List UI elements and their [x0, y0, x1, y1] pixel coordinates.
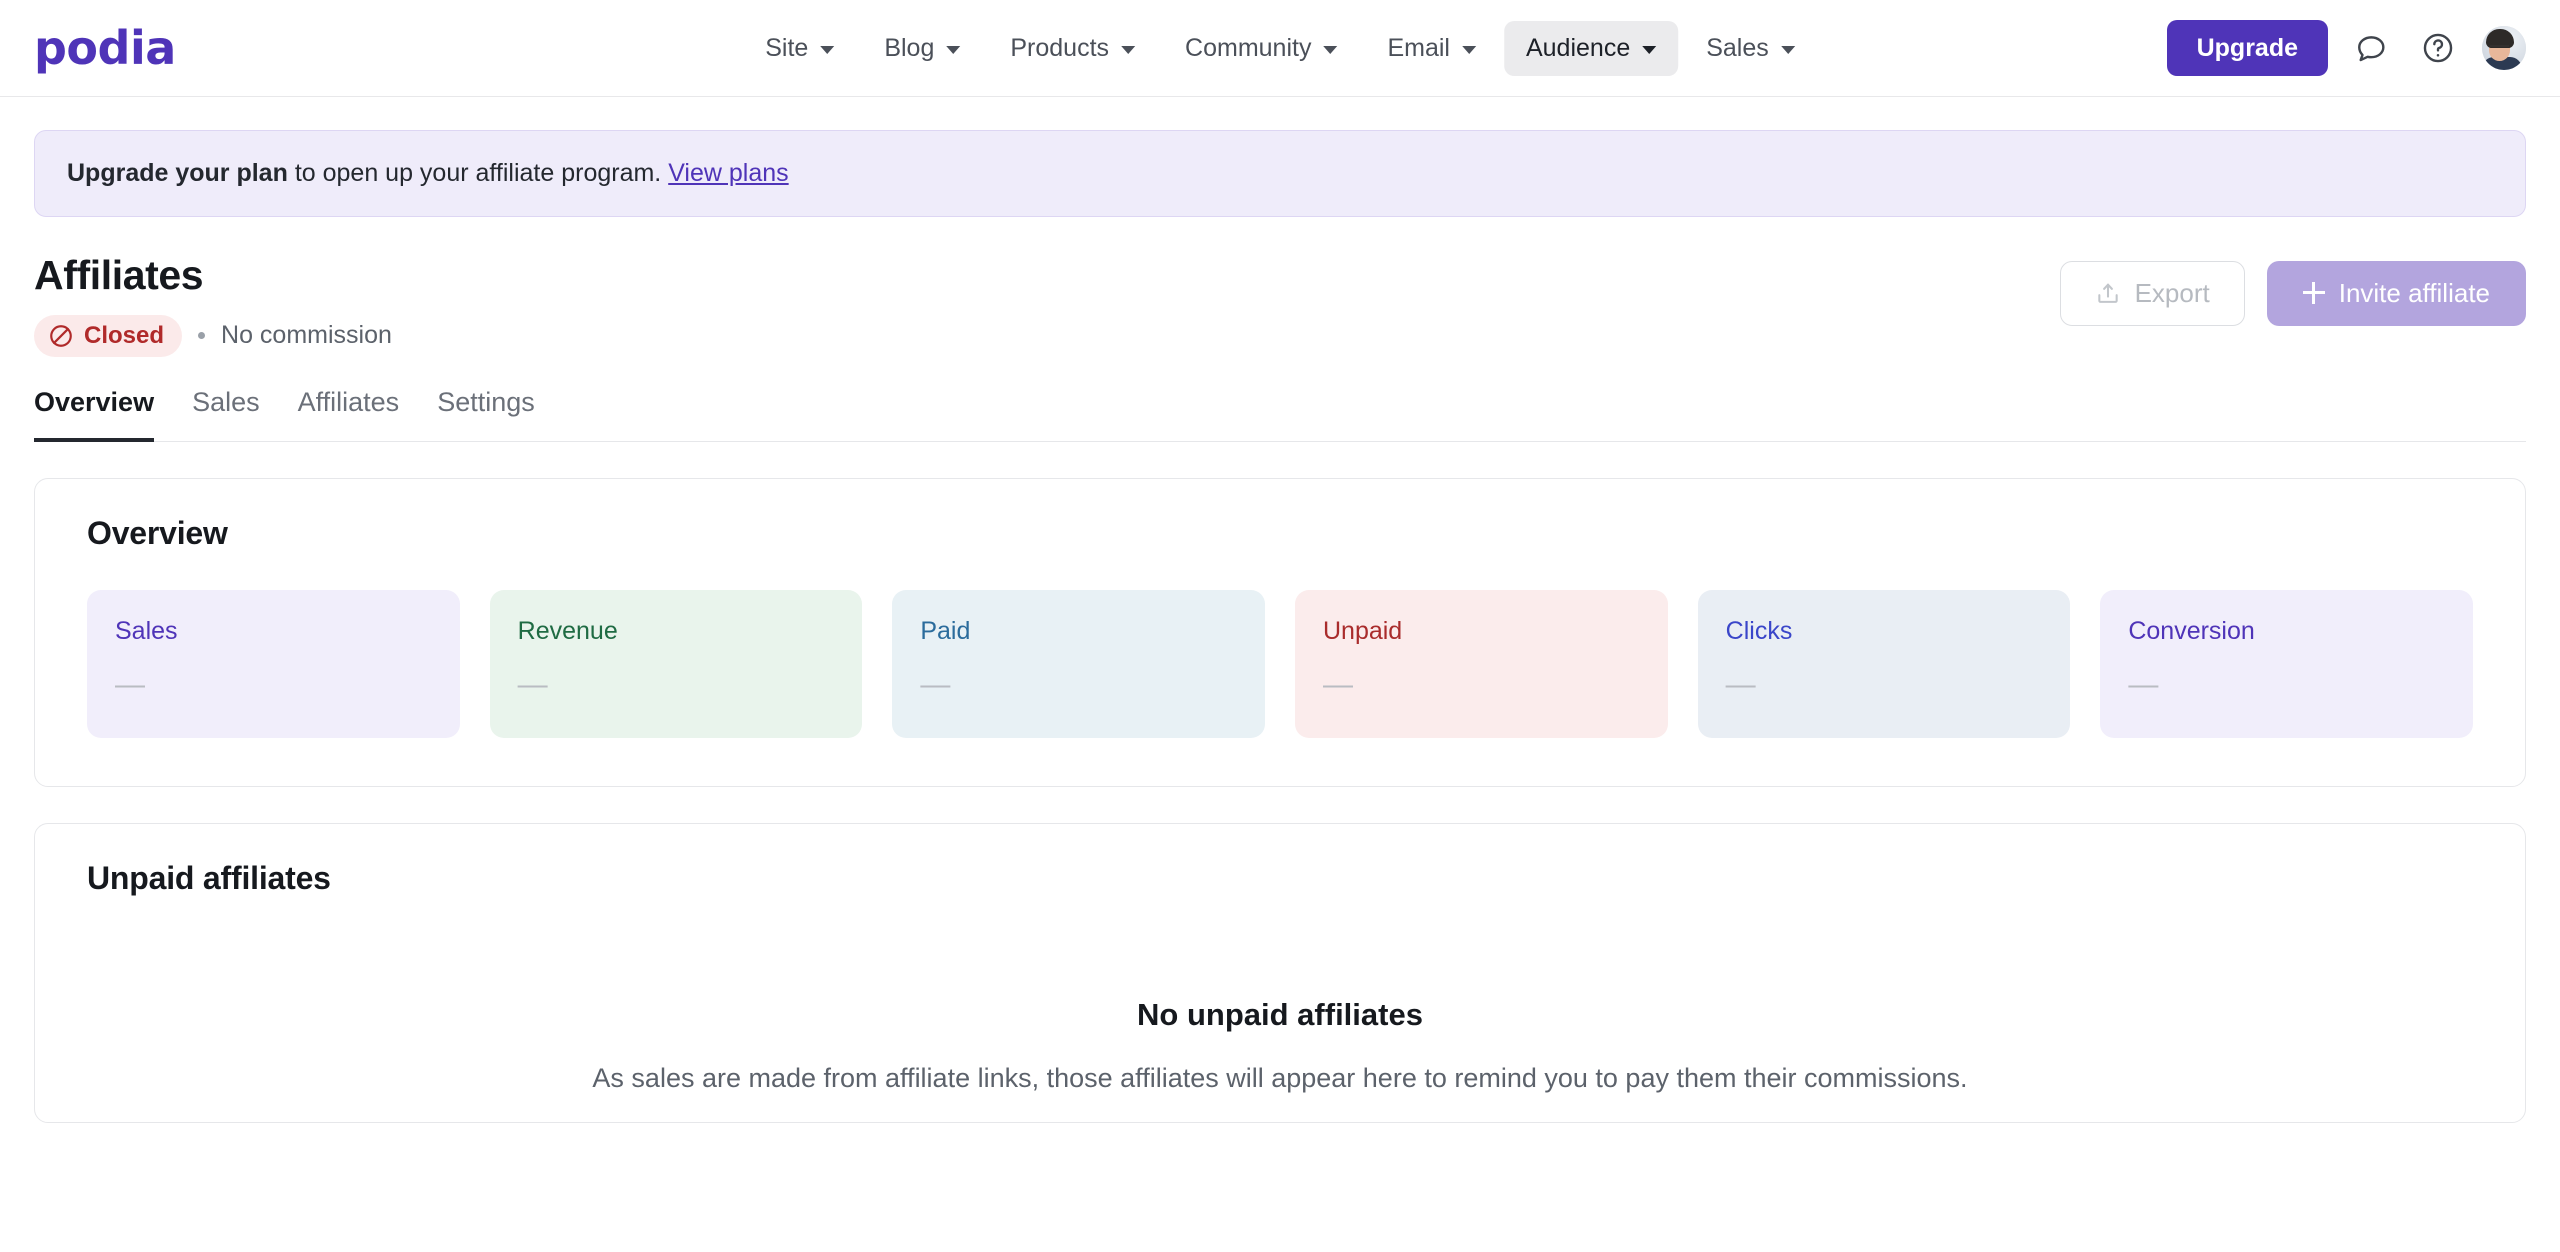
- empty-state: No unpaid affiliates As sales are made f…: [87, 897, 2473, 1102]
- tab-affiliates[interactable]: Affiliates: [298, 387, 400, 442]
- stat-label: Unpaid: [1322, 616, 1403, 645]
- question-circle-icon[interactable]: [2416, 26, 2460, 70]
- nav-item-label: Community: [1185, 33, 1312, 62]
- unpaid-affiliates-title: Unpaid affiliates: [87, 859, 331, 896]
- nav-item-site[interactable]: Site: [743, 21, 856, 76]
- tab-overview[interactable]: Overview: [34, 387, 155, 442]
- unpaid-affiliates-card: Unpaid affiliates No unpaid affiliates A…: [34, 822, 2526, 1123]
- stat-card-conversion: Conversion —: [2100, 589, 2473, 738]
- nav-item-label: Audience: [1525, 33, 1631, 62]
- chevron-down-icon: [1780, 45, 1795, 54]
- stat-card-unpaid: Unpaid —: [1294, 589, 1668, 738]
- tab-sales[interactable]: Sales: [192, 387, 260, 442]
- nav-item-sales[interactable]: Sales: [1684, 21, 1817, 76]
- chevron-down-icon: [1121, 45, 1136, 54]
- stat-label: Clicks: [1725, 616, 1793, 645]
- stat-value: —: [115, 667, 145, 701]
- nav-item-blog[interactable]: Blog: [862, 21, 982, 76]
- stat-card-sales: Sales —: [87, 589, 460, 738]
- user-avatar[interactable]: [2482, 26, 2526, 70]
- nav-item-products[interactable]: Products: [988, 21, 1157, 76]
- nav-item-label: Blog: [884, 33, 935, 62]
- page-header-actions: Export Invite affiliate: [2059, 253, 2526, 326]
- nav-item-label: Site: [765, 33, 809, 62]
- nav-item-audience[interactable]: Audience: [1503, 20, 1679, 76]
- empty-state-title: No unpaid affiliates: [1137, 996, 1423, 1032]
- plus-icon: [2302, 282, 2325, 304]
- nav-item-email[interactable]: Email: [1365, 21, 1498, 76]
- chevron-down-icon: [1642, 45, 1657, 54]
- invite-affiliate-label: Invite affiliate: [2338, 277, 2490, 308]
- nav-item-community[interactable]: Community: [1163, 21, 1359, 76]
- export-button-label: Export: [2134, 277, 2210, 308]
- top-navigation-bar: podia Site Blog Products Community Email…: [0, 0, 2560, 97]
- status-badge-label: Closed: [84, 321, 165, 349]
- stat-card-clicks: Clicks —: [1697, 589, 2071, 738]
- nav-item-label: Sales: [1706, 33, 1769, 62]
- page-title: Affiliates: [34, 251, 204, 298]
- empty-state-text: As sales are made from affiliate links, …: [592, 1062, 1968, 1093]
- stat-label: Revenue: [517, 616, 618, 645]
- page-tabs: Overview Sales Affiliates Settings: [34, 387, 2526, 442]
- nav-right-actions: Upgrade: [2166, 19, 2526, 77]
- upgrade-button[interactable]: Upgrade: [2166, 19, 2328, 77]
- chevron-down-icon: [946, 45, 961, 54]
- stat-value: —: [920, 667, 951, 701]
- page-content: Upgrade your plan to open up your affili…: [0, 130, 2560, 1123]
- stat-value: —: [1725, 667, 1756, 701]
- chat-bubble-icon[interactable]: [2350, 26, 2394, 70]
- stat-label: Conversion: [2128, 616, 2255, 645]
- chevron-down-icon: [1461, 45, 1476, 54]
- stat-value: —: [517, 667, 548, 701]
- stat-card-paid: Paid —: [892, 589, 1265, 738]
- export-icon: [2097, 283, 2118, 303]
- upgrade-plan-banner: Upgrade your plan to open up your affili…: [34, 130, 2526, 217]
- stat-label: Paid: [920, 616, 971, 645]
- overview-stats-grid: Sales — Revenue — Paid — Unpaid — Clicks…: [87, 589, 2473, 738]
- stat-card-revenue: Revenue —: [489, 589, 863, 738]
- nav-item-label: Products: [1010, 33, 1110, 62]
- banner-bold-text: Upgrade your plan: [67, 159, 288, 187]
- page-header: Affiliates Closed No commission Export I…: [34, 251, 2526, 357]
- stat-value: —: [1322, 667, 1353, 701]
- overview-card-title: Overview: [87, 514, 228, 551]
- page-meta-row: Closed No commission: [34, 314, 392, 357]
- circle-slash-icon: [50, 324, 72, 347]
- stat-value: —: [2128, 667, 2159, 701]
- main-nav: Site Blog Products Community Email Audie…: [743, 20, 1817, 76]
- export-button[interactable]: Export: [2059, 260, 2245, 326]
- tab-settings[interactable]: Settings: [437, 387, 535, 442]
- bullet-separator-icon: [198, 332, 206, 340]
- nav-item-label: Email: [1387, 33, 1450, 62]
- view-plans-link[interactable]: View plans: [668, 159, 788, 187]
- stat-label: Sales: [115, 616, 178, 645]
- chevron-down-icon: [820, 45, 835, 54]
- page-header-left: Affiliates Closed No commission: [34, 251, 392, 357]
- invite-affiliate-button[interactable]: Invite affiliate: [2266, 260, 2526, 326]
- overview-card: Overview Sales — Revenue — Paid — Unpaid…: [34, 477, 2526, 787]
- commission-status-text: No commission: [221, 321, 392, 350]
- podia-logo[interactable]: podia: [34, 25, 176, 71]
- banner-text: to open up your affiliate program.: [287, 159, 669, 187]
- status-badge: Closed: [34, 314, 183, 357]
- chevron-down-icon: [1323, 45, 1338, 54]
